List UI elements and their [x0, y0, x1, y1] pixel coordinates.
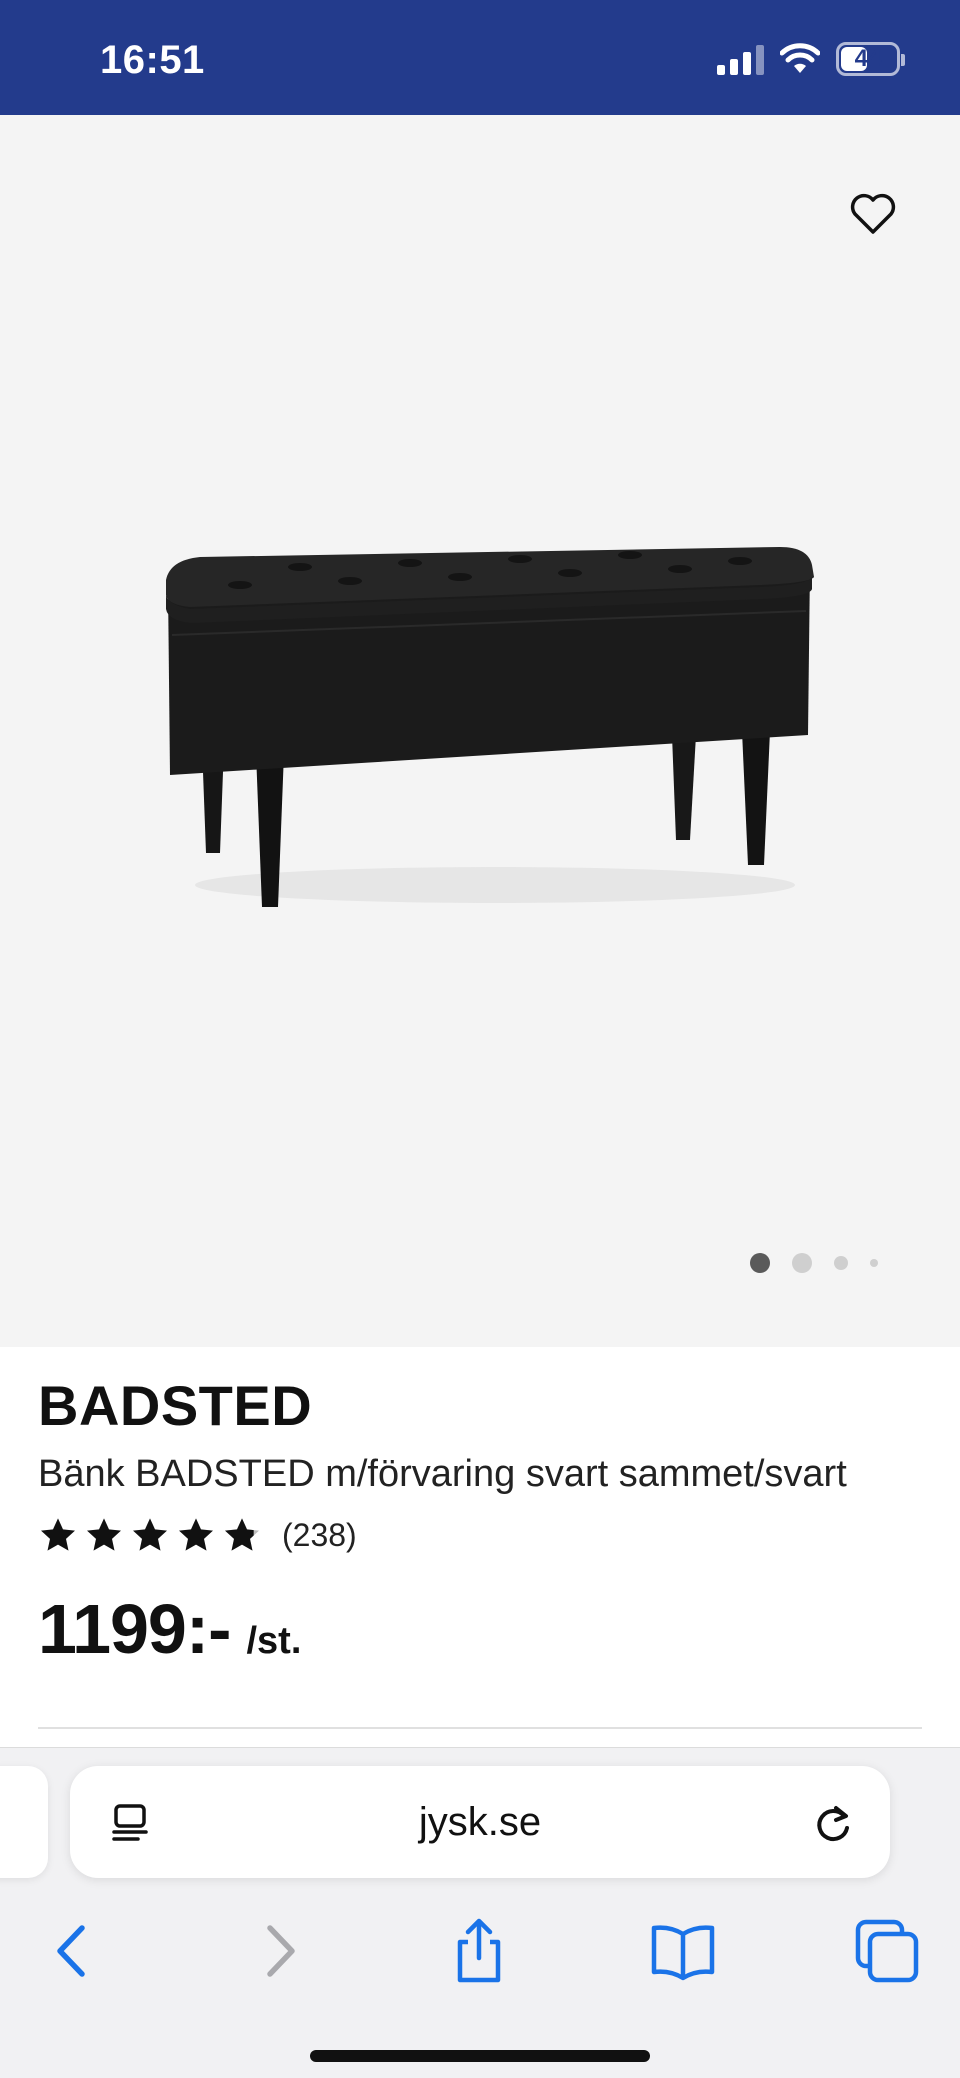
address-bar[interactable]: jysk.se: [70, 1766, 890, 1878]
status-icons: 44: [717, 42, 905, 76]
wifi-icon: [780, 43, 820, 73]
review-count[interactable]: (238): [282, 1517, 357, 1554]
star-icon: [179, 1518, 213, 1551]
product-rating[interactable]: (238): [38, 1515, 357, 1555]
status-bar: 16:51 44: [0, 0, 960, 115]
product-price: 1199:- /st.: [38, 1589, 301, 1669]
pagination-dot[interactable]: [870, 1259, 878, 1267]
price-value: 1199:-: [38, 1590, 231, 1668]
url-text[interactable]: jysk.se: [70, 1800, 890, 1845]
product-description: Bänk BADSTED m/förvaring svart sammet/sv…: [38, 1453, 847, 1495]
product-info: BADSTED Bänk BADSTED m/förvaring svart s…: [0, 1347, 960, 1747]
price-unit: /st.: [246, 1620, 302, 1662]
heart-outline-icon[interactable]: [848, 189, 898, 239]
home-indicator[interactable]: [310, 2050, 650, 2062]
product-brand: BADSTED: [38, 1374, 313, 1437]
pagination-dot-active[interactable]: [750, 1253, 770, 1273]
star-icon: [41, 1518, 75, 1551]
cellular-signal-icon: [717, 43, 764, 75]
star-icon: [87, 1518, 121, 1551]
bookmarks-icon[interactable]: [648, 1916, 718, 1986]
product-gallery[interactable]: [0, 115, 960, 1347]
forward-icon[interactable]: [244, 1916, 314, 1986]
gallery-pagination[interactable]: [750, 1253, 878, 1273]
product-image: [166, 547, 814, 907]
reload-icon[interactable]: [810, 1800, 856, 1846]
share-icon[interactable]: [444, 1916, 514, 1986]
star-icon: [133, 1518, 167, 1551]
back-icon[interactable]: [38, 1916, 108, 1986]
pagination-dot[interactable]: [792, 1253, 812, 1273]
status-time: 16:51: [100, 38, 205, 82]
battery-level: 44: [854, 45, 882, 72]
star-partial-icon: [225, 1518, 259, 1551]
browser-toolbar: [0, 1908, 960, 2008]
browser-chrome: jysk.se: [0, 1747, 960, 2078]
tabs-icon[interactable]: [852, 1916, 922, 1986]
divider: [38, 1727, 922, 1729]
previous-tab-preview[interactable]: [0, 1766, 48, 1878]
battery-icon: 44: [836, 42, 905, 76]
pagination-dot[interactable]: [834, 1256, 848, 1270]
